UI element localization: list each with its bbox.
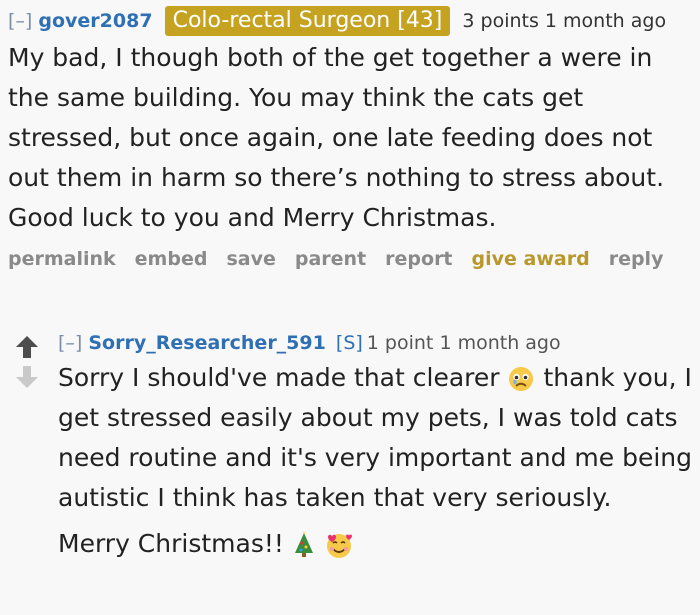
parent-button[interactable]: parent (295, 244, 366, 274)
user-flair: Colo-rectal Surgeon [43] (164, 6, 451, 36)
vote-arrows (10, 334, 46, 394)
collapse-toggle[interactable]: [–] (8, 10, 32, 32)
parent-comment: [–] gover2087 Colo-rectal Surgeon [43] 3 … (8, 6, 698, 274)
comment-body: Sorry I should've made that clearer than… (58, 358, 698, 564)
comment-text: Sorry I should've made that clearer (58, 363, 500, 392)
submitter-tag[interactable]: [S] (336, 332, 363, 354)
embed-button[interactable]: embed (135, 244, 208, 274)
child-comment-content: [–] Sorry_Researcher_591 [S] 1 point 1 mo… (58, 328, 698, 564)
author-link[interactable]: gover2087 (38, 10, 152, 32)
comment-actions: permalink embed save parent report give … (8, 244, 698, 274)
permalink-button[interactable]: permalink (8, 244, 116, 274)
comment-age: 1 month ago (544, 10, 667, 32)
smiling-face-with-hearts-icon (326, 534, 352, 558)
report-button[interactable]: report (385, 244, 452, 274)
sad-face-icon (509, 367, 534, 391)
comment-body: My bad, I though both of the get togethe… (8, 43, 665, 232)
comment-tagline: [–] Sorry_Researcher_591 [S] 1 point 1 mo… (58, 328, 698, 358)
save-button[interactable]: save (226, 244, 275, 274)
author-link[interactable]: Sorry_Researcher_591 (88, 332, 325, 354)
christmas-tree-icon (294, 531, 313, 557)
comment-tagline: [–] gover2087 Colo-rectal Surgeon [43] 3 … (8, 6, 698, 36)
upvote-arrow-icon[interactable] (14, 334, 40, 360)
give-award-button[interactable]: give award (472, 244, 590, 274)
downvote-arrow-icon[interactable] (14, 364, 40, 390)
comment-score: 1 point (366, 332, 434, 354)
collapse-toggle[interactable]: [–] (58, 332, 82, 354)
comment-score: 3 points (462, 10, 539, 32)
comment-text-greeting: Merry Christmas!! (58, 529, 284, 558)
comment-age: 1 month ago (439, 332, 561, 354)
reply-button[interactable]: reply (609, 244, 664, 274)
